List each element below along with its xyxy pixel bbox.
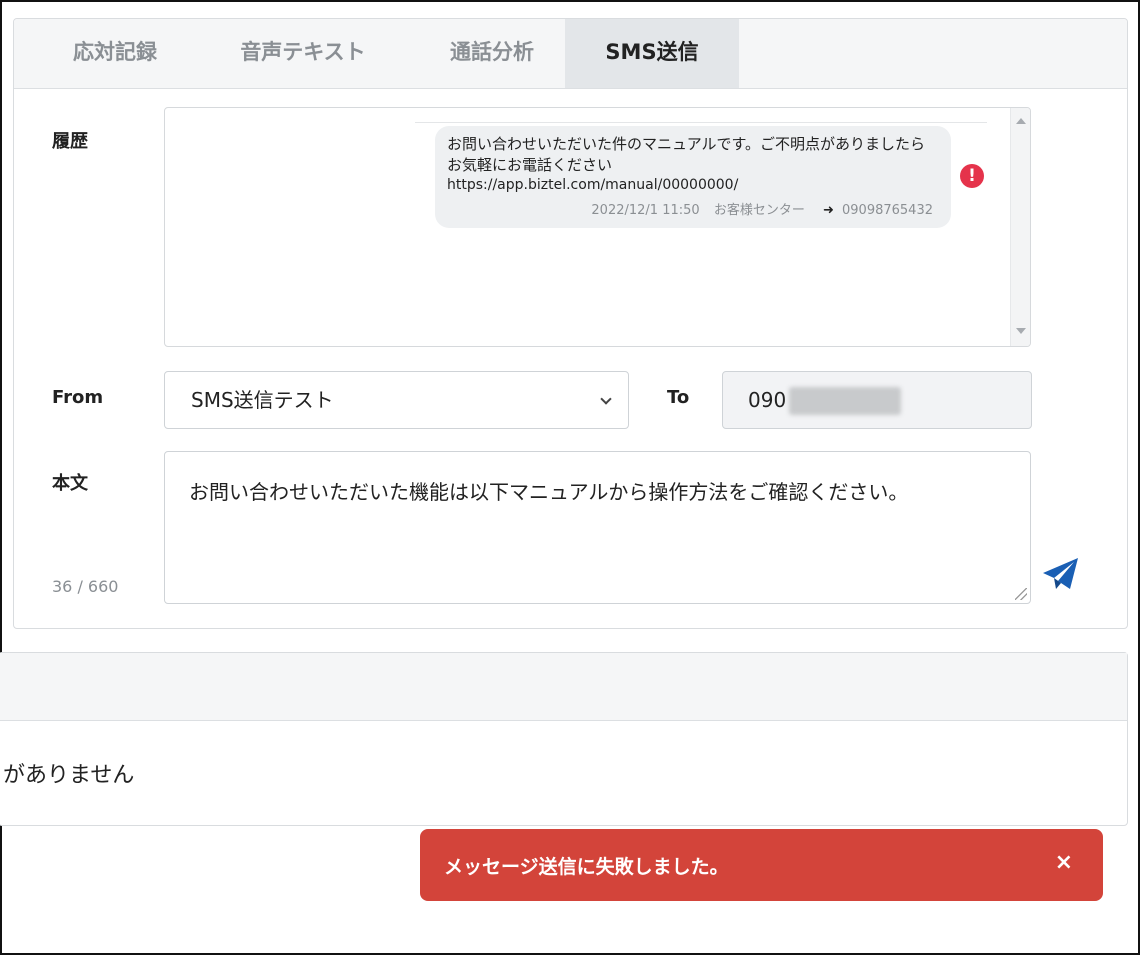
message-text: お問い合わせいただいた件のマニュアルです。ご不明点がありましたらお気軽にお電話く… — [447, 135, 926, 174]
tab-bar: 応対記録 音声テキスト 通話分析 SMS送信 — [14, 19, 1127, 89]
sms-card: 応対記録 音声テキスト 通話分析 SMS送信 履歴 お問い合わせいただいた件のマ… — [13, 18, 1128, 629]
arrow-right-icon: ➜ — [822, 203, 834, 218]
message-sender: お客様センター — [713, 203, 805, 218]
message-bubble: お問い合わせいただいた件のマニュアルです。ご不明点がありましたらお気軽にお電話く… — [435, 126, 951, 228]
redacted-number — [789, 387, 901, 415]
chevron-down-icon — [600, 393, 612, 405]
resize-handle-icon[interactable] — [1015, 588, 1027, 600]
body-label: 本文 — [52, 473, 88, 494]
send-button[interactable] — [1040, 553, 1082, 595]
history-scrollbar[interactable] — [1010, 108, 1030, 346]
message-body-text: お問い合わせいただいた機能は以下マニュアルから操作方法をご確認ください。 — [189, 480, 909, 504]
history-panel[interactable]: お問い合わせいただいた件のマニュアルです。ご不明点がありましたらお気軽にお電話く… — [164, 107, 1031, 347]
close-icon[interactable]: × — [1055, 850, 1073, 875]
tab-sms-send[interactable]: SMS送信 — [565, 19, 739, 88]
toast-message: メッセージ送信に失敗しました。 — [444, 856, 729, 878]
empty-message: がありません — [3, 763, 135, 788]
divider — [415, 122, 987, 123]
to-field: 090 — [722, 371, 1032, 429]
history-label: 履歴 — [52, 131, 88, 152]
from-label: From — [52, 387, 104, 408]
error-toast: メッセージ送信に失敗しました。 × — [420, 829, 1103, 901]
scroll-down-icon[interactable] — [1016, 328, 1026, 334]
from-select-value: SMS送信テスト — [191, 388, 334, 412]
message-recipient: 09098765432 — [842, 203, 933, 218]
from-select[interactable]: SMS送信テスト — [164, 371, 629, 429]
lower-panel-header — [0, 653, 1127, 721]
message-url[interactable]: https://app.biztel.com/manual/00000000/ — [447, 176, 939, 194]
tab-call-analysis[interactable]: 通話分析 — [406, 19, 578, 88]
message-body-textarea[interactable]: お問い合わせいただいた機能は以下マニュアルから操作方法をご確認ください。 — [164, 451, 1031, 604]
message-meta: 2022/12/1 11:50 お客様センター ➜ 09098765432 — [591, 199, 933, 218]
tab-response-record[interactable]: 応対記録 — [30, 19, 200, 88]
lower-panel: がありません — [0, 652, 1128, 826]
to-field-value: 090 — [748, 388, 787, 412]
send-icon — [1043, 558, 1078, 589]
to-label: To — [667, 387, 690, 408]
char-counter: 36 / 660 — [52, 577, 119, 596]
error-icon[interactable]: ! — [960, 164, 984, 188]
scroll-up-icon[interactable] — [1016, 118, 1026, 124]
message-timestamp: 2022/12/1 11:50 — [591, 203, 700, 218]
tab-voice-text[interactable]: 音声テキスト — [200, 19, 406, 88]
